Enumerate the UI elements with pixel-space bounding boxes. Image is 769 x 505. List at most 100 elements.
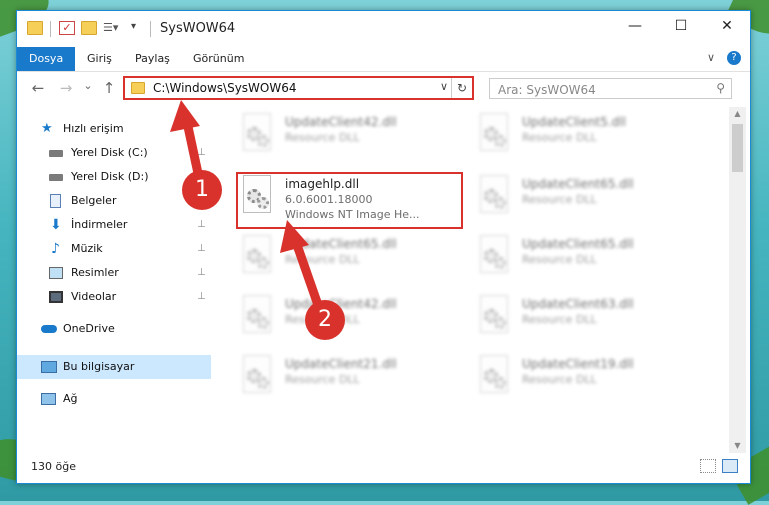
dll-file-icon	[476, 295, 514, 339]
sidebar-item-label: İndirmeler	[71, 218, 128, 231]
dll-file-icon	[239, 113, 277, 157]
file-list: UpdateClient42.dll Resource DLL UpdateCl…	[213, 107, 725, 453]
address-path[interactable]: C:\Windows\SysWOW64	[153, 81, 297, 95]
file-description: Resource DLL	[522, 193, 597, 206]
sidebar-item-pictures[interactable]: Resimler ⊥	[17, 261, 211, 285]
file-name: UpdateClient42.dll	[285, 115, 397, 129]
file-description: Resource DLL	[522, 253, 597, 266]
maximize-button[interactable]: ☐	[658, 11, 704, 41]
ribbon-collapse-button[interactable]: ∨	[707, 51, 715, 64]
file-description: Resource DLL	[285, 131, 360, 144]
sidebar-item-label: OneDrive	[63, 322, 115, 335]
file-item[interactable]: UpdateClient21.dll Resource DLL	[237, 353, 457, 405]
tab-dosya[interactable]: Dosya	[17, 47, 76, 71]
sidebar-item-label: Yerel Disk (D:)	[71, 170, 149, 183]
recent-locations-button[interactable]: ⌄	[79, 79, 97, 92]
scroll-thumb[interactable]	[732, 124, 743, 172]
sidebar-item-videos[interactable]: Videolar ⊥	[17, 285, 211, 309]
cloud-icon	[41, 325, 57, 333]
scroll-up-button[interactable]: ▲	[729, 107, 746, 121]
dll-file-icon	[476, 235, 514, 279]
help-button[interactable]: ?	[727, 51, 741, 65]
ribbon-tabs: Dosya Giriş Paylaş Görünüm ∨ ?	[17, 47, 750, 72]
sidebar-item-downloads[interactable]: ⬇ İndirmeler ⊥	[17, 213, 211, 237]
sidebar-item-label: Müzik	[71, 242, 103, 255]
properties-icon[interactable]: ✓	[59, 21, 75, 35]
pin-icon[interactable]: ⊥	[197, 213, 206, 237]
search-icon[interactable]: ⚲	[716, 81, 725, 95]
sidebar-item-music[interactable]: ♪ Müzik ⊥	[17, 237, 211, 261]
pin-icon[interactable]: ⊥	[197, 237, 206, 261]
search-input[interactable]	[490, 79, 700, 101]
tab-paylas[interactable]: Paylaş	[127, 47, 178, 71]
sidebar-item-label: Belgeler	[71, 194, 117, 207]
new-folder-icon[interactable]	[81, 21, 97, 35]
large-icons-view-button[interactable]	[722, 459, 738, 473]
file-item[interactable]: UpdateClient65.dll Resource DLL	[474, 233, 694, 285]
refresh-button[interactable]: ↻	[451, 78, 472, 98]
dll-file-icon	[476, 175, 514, 219]
file-item[interactable]: UpdateClient19.dll Resource DLL	[474, 353, 694, 405]
folder-icon	[131, 82, 145, 94]
dll-file-icon	[476, 113, 514, 157]
pin-icon[interactable]: ⊥	[197, 285, 206, 309]
file-name: UpdateClient19.dll	[522, 357, 634, 371]
dll-file-icon	[476, 355, 514, 399]
address-dropdown-button[interactable]: ∨	[440, 80, 448, 93]
pin-icon[interactable]: ⊥	[197, 141, 206, 165]
sidebar-item-network[interactable]: Ağ	[17, 387, 211, 411]
dll-file-icon	[239, 295, 277, 339]
address-bar[interactable]: C:\Windows\SysWOW64 ∨ ↻	[123, 76, 474, 100]
file-item[interactable]: UpdateClient5.dll Resource DLL	[474, 111, 694, 163]
explorer-window: ✓ ☰▾ ▾ SysWOW64 — ☐ ✕ Dosya Giriş Paylaş…	[16, 10, 751, 484]
window-title: SysWOW64	[160, 21, 236, 36]
documents-icon	[50, 194, 61, 208]
dll-file-icon	[239, 355, 277, 399]
item-count: 130 öğe	[31, 460, 76, 473]
tab-gorunum[interactable]: Görünüm	[185, 47, 252, 71]
music-icon: ♪	[51, 241, 60, 257]
vertical-scrollbar[interactable]: ▲ ▼	[729, 107, 746, 453]
network-icon	[41, 393, 56, 405]
up-button[interactable]: ↑	[100, 79, 118, 97]
sidebar-item-this-pc[interactable]: Bu bilgisayar	[17, 355, 211, 379]
pictures-icon	[49, 267, 63, 279]
sidebar-item-local-disk-c[interactable]: Yerel Disk (C:) ⊥	[17, 141, 211, 165]
file-highlight-box	[236, 172, 463, 229]
search-box[interactable]: ⚲	[489, 78, 732, 101]
close-button[interactable]: ✕	[704, 11, 750, 41]
file-item[interactable]: UpdateClient42.dll Resource DLL	[237, 111, 457, 163]
file-name: UpdateClient65.dll	[285, 237, 397, 251]
annotation-marker-1: 1	[182, 170, 222, 210]
scroll-down-button[interactable]: ▼	[729, 439, 746, 453]
drive-icon	[49, 174, 63, 181]
file-description: Resource DLL	[285, 373, 360, 386]
file-description: Resource DLL	[522, 313, 597, 326]
details-view-button[interactable]	[700, 459, 716, 473]
sidebar-item-label: Hızlı erişim	[63, 122, 124, 135]
quick-access-toolbar-icon[interactable]: ☰▾	[103, 21, 119, 35]
tab-giris[interactable]: Giriş	[79, 47, 120, 71]
file-item[interactable]: UpdateClient65.dll Resource DLL	[237, 233, 457, 285]
forward-button[interactable]: →	[57, 79, 75, 97]
sidebar-item-onedrive[interactable]: OneDrive	[17, 317, 211, 341]
file-name: UpdateClient65.dll	[522, 177, 634, 191]
status-bar: 130 öğe	[17, 453, 750, 481]
file-name: UpdateClient63.dll	[522, 297, 634, 311]
sidebar-item-quick-access[interactable]: ★ Hızlı erişim	[17, 117, 211, 141]
minimize-button[interactable]: —	[612, 11, 658, 41]
sidebar-item-label: Videolar	[71, 290, 117, 303]
pin-icon[interactable]: ⊥	[197, 261, 206, 285]
file-item[interactable]: UpdateClient42.dll Resource DLL	[237, 293, 457, 345]
sidebar-item-label: Ağ	[63, 392, 78, 405]
file-description: Resource DLL	[522, 373, 597, 386]
computer-icon	[41, 361, 57, 373]
file-item[interactable]: UpdateClient63.dll Resource DLL	[474, 293, 694, 345]
video-icon	[49, 291, 63, 303]
file-item[interactable]: UpdateClient65.dll Resource DLL	[474, 173, 694, 225]
back-button[interactable]: ←	[29, 79, 47, 97]
customize-toolbar-icon[interactable]: ▾	[131, 21, 147, 35]
file-name: UpdateClient5.dll	[522, 115, 626, 129]
divider	[50, 21, 51, 37]
dll-file-icon	[239, 235, 277, 279]
